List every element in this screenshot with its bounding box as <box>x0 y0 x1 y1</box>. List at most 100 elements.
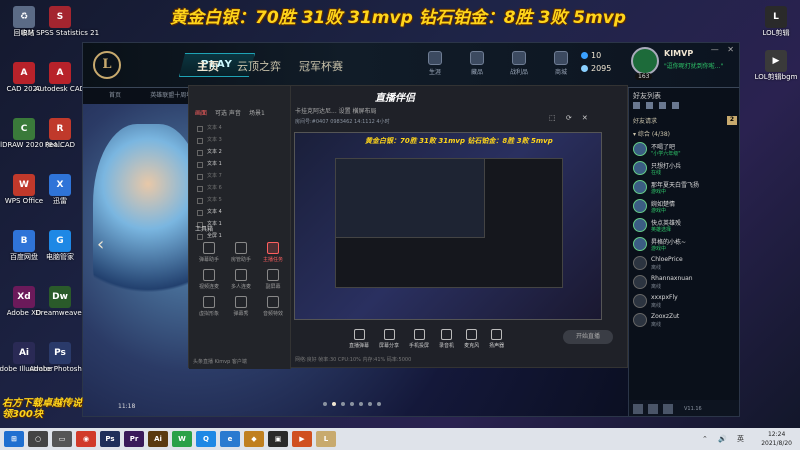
scene-source-item[interactable]: 文本 3 <box>189 134 289 146</box>
carousel-dots <box>323 402 381 406</box>
tab-home[interactable]: 主页 <box>197 58 219 74</box>
chat-icon[interactable] <box>633 404 643 414</box>
carousel-dot[interactable] <box>350 402 354 406</box>
avatar[interactable] <box>631 47 659 75</box>
toolbox-item[interactable]: 视频连麦 <box>193 269 225 290</box>
desktop-shortcut[interactable]: A Autodesk CAD <box>35 62 85 93</box>
scene-source-item[interactable]: 文本 2 <box>189 146 289 158</box>
carousel-dot[interactable] <box>332 402 336 406</box>
scene-source-item[interactable]: 文本 5 <box>189 194 289 206</box>
friend-list: 不喝了吧 "小学六年级" 只想打小兵 在线 那年夏天白雪飞扬 游戏中 婉如楚情 游戏中 快点英雄… <box>629 140 739 330</box>
window-controls[interactable]: — ✕ <box>711 45 737 54</box>
friend-requests[interactable]: 好友请求 2 <box>629 114 739 127</box>
player-status[interactable]: "逗你呢打扰到你啦..." <box>664 61 723 70</box>
friend-group[interactable]: ▾ 综合 (4/38) <box>629 127 739 140</box>
desktop-shortcut[interactable]: W WPS Office <box>4 174 44 205</box>
stream-control-button[interactable]: 屏幕分享 <box>379 329 399 349</box>
desktop-shortcut[interactable]: R RealCAD <box>40 118 80 149</box>
mail-icon[interactable] <box>648 404 658 414</box>
lol-logo-icon[interactable]: L <box>93 51 121 79</box>
friend-list-item[interactable]: 那年夏天白雪飞扬 游戏中 <box>629 178 739 197</box>
desktop-shortcut[interactable]: ▶ LOL剪辑bgm <box>755 50 797 81</box>
mic-icon[interactable] <box>663 404 673 414</box>
desktop-shortcut[interactable]: Dw Dreamweaver <box>35 286 85 317</box>
profile-icon <box>428 51 442 65</box>
add-friend-icon[interactable] <box>633 102 640 109</box>
taskbar-app-icon[interactable]: ▣ <box>268 431 288 447</box>
store-nav-button[interactable]: 商城 <box>547 51 575 76</box>
chevron-left-icon[interactable]: ‹ <box>97 234 104 255</box>
toolbox-item[interactable]: 副屏幕 <box>257 269 289 290</box>
system-tray[interactable]: ⌃ 🔊 英 <box>702 434 748 444</box>
carousel-dot[interactable] <box>359 402 363 406</box>
tab-clash[interactable]: 冠军杯赛 <box>299 58 343 74</box>
carousel-dot[interactable] <box>341 402 345 406</box>
taskbar-app-icon[interactable]: Ai <box>148 431 168 447</box>
friend-list-item[interactable]: ZooxzZut 离线 <box>629 311 739 330</box>
friend-list-item[interactable]: Rhannaxnuan 离线 <box>629 273 739 292</box>
sort-icon[interactable] <box>659 102 666 109</box>
toolbox-item[interactable]: 虚拟形象 <box>193 296 225 317</box>
toolbox-item[interactable]: 弹幕秀 <box>225 296 257 317</box>
add-folder-icon[interactable] <box>646 102 653 109</box>
stream-control-button[interactable]: 扬声器 <box>489 329 504 349</box>
toolbox-item[interactable]: 弹幕助手 <box>193 242 225 263</box>
sub-tab-home[interactable]: 首页 <box>109 92 121 99</box>
desktop-shortcut[interactable]: G 电脑管家 <box>40 230 80 261</box>
loot-nav-button[interactable]: 战利品 <box>505 51 533 76</box>
taskbar-clock[interactable]: 12:24 2021/8/20 <box>761 430 792 448</box>
tab-audio[interactable]: 可选 声音 <box>215 108 241 117</box>
stream-preview[interactable]: 黄金白银：70胜 31败 31mvp 钻石铂金：8胜 3败 5mvp <box>294 132 602 320</box>
desktop-shortcut[interactable]: B 百度网盘 <box>4 230 44 261</box>
taskbar-app-icon[interactable]: Pr <box>124 431 144 447</box>
taskbar-app-icon[interactable]: Ps <box>100 431 120 447</box>
profile-nav-button[interactable]: 生涯 <box>421 51 449 76</box>
toolbox-item[interactable]: 房管助手 <box>225 242 257 263</box>
desktop-shortcut[interactable]: CCorelDRAW 2020 (64... <box>0 118 64 149</box>
taskbar-app-icon[interactable]: ⊞ <box>4 431 24 447</box>
scene-source-item[interactable]: 文本 4 <box>189 122 289 134</box>
friend-list-item[interactable]: 不喝了吧 "小学六年级" <box>629 140 739 159</box>
toolbox-item[interactable]: 主播任务 <box>257 242 289 263</box>
friend-list-item[interactable]: ChloePrice 离线 <box>629 254 739 273</box>
tab-scene[interactable]: 场景1 <box>249 108 265 117</box>
scene-source-item[interactable]: 文本 4 <box>189 206 289 218</box>
stream-control-button[interactable]: 直播弹幕 <box>349 329 369 349</box>
toolbox-item[interactable]: 多人连麦 <box>225 269 257 290</box>
tab-sources[interactable]: 画面 <box>195 108 207 117</box>
taskbar-app-icon[interactable]: W <box>172 431 192 447</box>
scene-source-item[interactable]: 文本 1 <box>189 158 289 170</box>
carousel-dot[interactable] <box>368 402 372 406</box>
toolbox-item[interactable]: 音频特效 <box>257 296 289 317</box>
desktop-shortcut[interactable]: L LOL剪辑 <box>756 6 796 37</box>
search-icon[interactable] <box>672 102 679 109</box>
stream-top-bar[interactable]: 卡挂克阿达尼... 设置 横屏布局 <box>295 106 377 115</box>
friend-list-item[interactable]: 只想打小兵 在线 <box>629 159 739 178</box>
friend-list-item[interactable]: 快点英雄殁 英雄选择 <box>629 216 739 235</box>
taskbar-app-icon[interactable]: ◉ <box>76 431 96 447</box>
stream-control-button[interactable]: 手机投屏 <box>409 329 429 349</box>
taskbar-app-icon[interactable]: ◆ <box>244 431 264 447</box>
taskbar-app-icon[interactable]: ○ <box>28 431 48 447</box>
desktop-shortcut[interactable]: S IBM SPSS Statistics 21 <box>21 6 99 37</box>
carousel-dot[interactable] <box>377 402 381 406</box>
start-live-button[interactable]: 开始直播 <box>563 330 613 344</box>
stream-window-controls[interactable]: ⬚ ⟳ ✕ <box>549 114 592 122</box>
taskbar-app-icon[interactable]: ▶ <box>292 431 312 447</box>
taskbar-app-icon[interactable]: ▭ <box>52 431 72 447</box>
scene-source-item[interactable]: 文本 7 <box>189 170 289 182</box>
stream-control-button[interactable]: 录音机 <box>439 329 454 349</box>
taskbar-app-icon[interactable]: Q <box>196 431 216 447</box>
friend-list-item[interactable]: xxxpxFly 离线 <box>629 292 739 311</box>
scene-source-item[interactable]: 文本 6 <box>189 182 289 194</box>
stream-control-button[interactable]: 麦克风 <box>464 329 479 349</box>
tab-tft[interactable]: 云顶之弈 <box>237 58 281 74</box>
collection-nav-button[interactable]: 藏品 <box>463 51 491 76</box>
carousel-dot[interactable] <box>323 402 327 406</box>
taskbar-app-icon[interactable]: L <box>316 431 336 447</box>
friend-list-item[interactable]: 婉如楚情 游戏中 <box>629 197 739 216</box>
desktop-shortcut[interactable]: X 迅雷 <box>40 174 80 205</box>
desktop-shortcut[interactable]: Ps Adobe Photoshop <box>29 342 91 373</box>
taskbar-app-icon[interactable]: e <box>220 431 240 447</box>
friend-list-item[interactable]: 昇格的小栋~ 游戏中 <box>629 235 739 254</box>
